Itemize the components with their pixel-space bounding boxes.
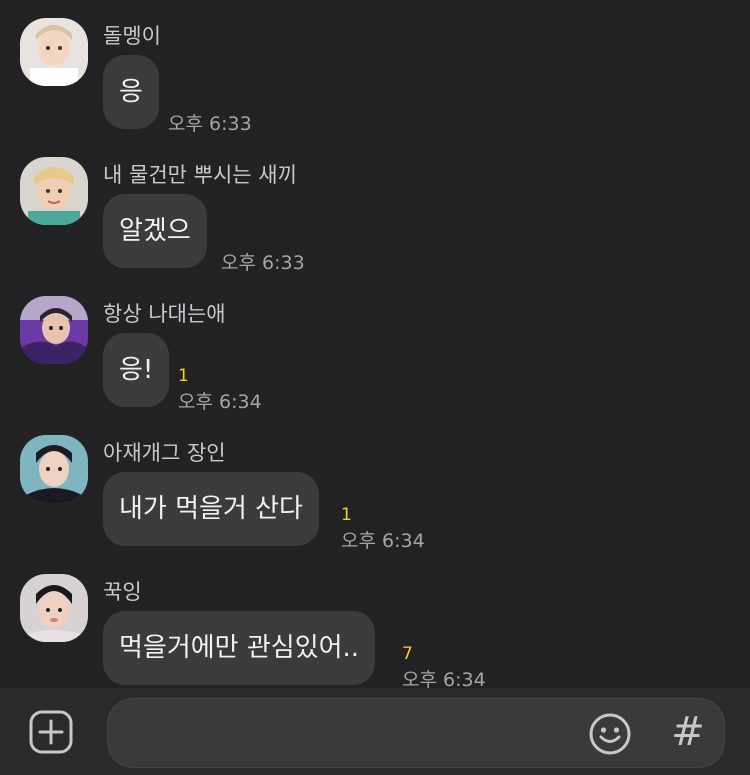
hashtag-icon[interactable]: # (668, 708, 708, 756)
message-time: 오후 6:34 (341, 530, 425, 552)
message-composer: # (0, 688, 750, 775)
message-bubble[interactable]: 응 (103, 55, 159, 129)
plus-square-icon[interactable] (29, 710, 73, 754)
sender-name: 아재개그 장인 (103, 441, 226, 465)
sender-name: 항상 나대는애 (103, 302, 226, 326)
sender-name: 내 물건만 뿌시는 새끼 (103, 163, 297, 187)
unread-count: 7 (402, 644, 413, 664)
sender-avatar[interactable] (20, 157, 88, 225)
sender-name: 돌멩이 (103, 24, 161, 48)
message-bubble[interactable]: 내가 먹을거 산다 (103, 472, 319, 546)
message-bubble[interactable]: 응! (103, 333, 170, 407)
unread-count: 1 (178, 366, 189, 386)
message-time: 오후 6:33 (221, 252, 305, 274)
message-time: 오후 6:34 (178, 391, 262, 413)
sender-name: 꾹잉 (103, 580, 142, 604)
message-bubble[interactable]: 먹을거에만 관심있어.. (103, 611, 376, 685)
sender-avatar[interactable] (20, 574, 88, 642)
chat-log[interactable]: 돌멩이 응 오후 6:33 내 물건만 뿌시는 새끼 알겠으 오후 6:33 항… (0, 0, 750, 691)
message-input[interactable] (107, 698, 725, 768)
sender-avatar[interactable] (20, 435, 88, 503)
smiley-icon[interactable] (588, 712, 632, 756)
sender-avatar[interactable] (20, 296, 88, 364)
sender-avatar[interactable] (20, 18, 88, 86)
unread-count: 1 (341, 505, 352, 525)
message-time: 오후 6:33 (168, 113, 252, 135)
message-bubble[interactable]: 알겠으 (103, 194, 207, 268)
